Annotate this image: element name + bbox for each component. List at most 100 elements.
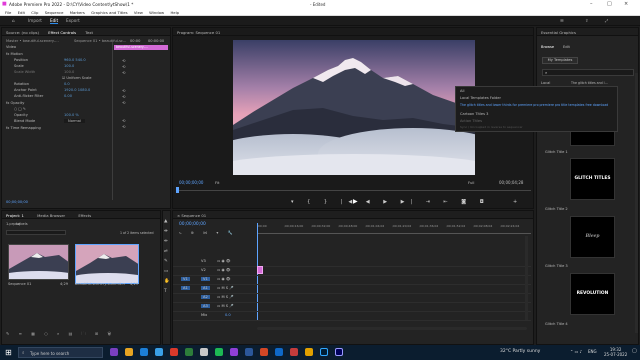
eg-scrollbar[interactable]	[635, 73, 638, 333]
timeline-timecode[interactable]: 00;00;00;00	[179, 222, 206, 227]
menu-markers[interactable]: Markers	[70, 10, 85, 15]
tab-edit-graphics[interactable]: Edit	[563, 45, 570, 49]
maximize-icon[interactable]: □	[607, 1, 612, 7]
language-indicator[interactable]: ENG	[588, 349, 597, 354]
project-thumb-sequence[interactable]	[8, 244, 69, 280]
tab-browse[interactable]: Browse	[541, 45, 554, 49]
uniform-scale-checkbox[interactable]: ☑ Uniform Scale	[62, 76, 91, 80]
menu-item-local[interactable]: Local Templates Folder	[460, 96, 501, 100]
ec-row-scale-width[interactable]: Scale Width 100.0	[14, 70, 74, 74]
timeline-tool-icons[interactable]: ⤷ ⊕ ⋈ ▾ 🔧	[179, 230, 237, 235]
my-templates-button[interactable]: My Templates	[542, 57, 578, 64]
tab-import[interactable]: Import	[28, 18, 42, 23]
ec-clip-bar[interactable]: beautiful-scenery-...	[114, 45, 168, 50]
master-clip-label[interactable]: Master • beautiful-scenery-...	[6, 39, 59, 43]
ec-row-motion[interactable]: fx Motion	[6, 52, 23, 56]
menu-sequence[interactable]: Sequence	[45, 10, 64, 15]
store-icon[interactable]	[155, 348, 163, 356]
keyframe-reset-icons[interactable]: ⟲ ⟲ ⟲ ⟲ ⟲ ⟲ ⟲ ⟲	[122, 58, 125, 130]
menu-item-action[interactable]: Action Titles	[460, 119, 482, 123]
ec-row-anchor[interactable]: Anchor Point 1920.0 1080.0	[14, 88, 90, 92]
weather-label[interactable]: 32°C Partly sunny	[500, 349, 540, 354]
menu-item-glitch[interactable]: The glitch titles and lower thirds for p…	[460, 103, 616, 107]
ec-timecode[interactable]: 00;00;00;00	[6, 200, 28, 204]
ec-row-blend[interactable]: Blend Mode Normal	[14, 119, 86, 123]
menu-item-cartoon[interactable]: Cartoon Titles 3	[460, 112, 488, 116]
edge-icon[interactable]	[140, 348, 148, 356]
ec-row-antiflicker[interactable]: Anti-flicker Filter 0.00	[14, 94, 72, 98]
timeline-ruler[interactable]: ;00;00 ;00;00;16;00 ;00;00;32;00 ;00;00;…	[257, 224, 531, 233]
menu-edit[interactable]: Edit	[18, 10, 25, 15]
fullscreen-icon[interactable]: ⤢	[605, 18, 608, 23]
tab-effects[interactable]: Effects	[78, 213, 91, 218]
fit-dropdown[interactable]: Fit	[215, 180, 219, 185]
windows-start-icon[interactable]: ⊞	[5, 348, 12, 357]
video-frame[interactable]	[233, 40, 475, 175]
menu-clip[interactable]: Clip	[31, 10, 38, 15]
project-item-sequence[interactable]: Sequence 01	[8, 282, 31, 286]
template-search-input[interactable]: ⌕	[542, 69, 634, 76]
tab-effect-controls[interactable]: Effect Controls	[48, 30, 77, 35]
close-icon[interactable]: ×	[624, 1, 628, 7]
timeline-clip-v1[interactable]	[257, 266, 263, 274]
tray-icons[interactable]: ⌃ ▭ ♪	[570, 349, 582, 354]
menu-window[interactable]: Window	[149, 10, 164, 15]
tab-export[interactable]: Export	[66, 18, 80, 23]
app-icon-red[interactable]	[290, 348, 298, 356]
menu-view[interactable]: View	[134, 10, 143, 15]
app-icon-white[interactable]	[200, 348, 208, 356]
app-icon-purple[interactable]	[230, 348, 238, 356]
tab-project[interactable]: Project: 1	[6, 213, 24, 218]
project-footer-tools[interactable]: ✎ ≡ ▦ ○ ⌕ ▤ 🗀 ⊞ 🗑	[6, 331, 115, 338]
photoshop-icon[interactable]	[320, 348, 328, 356]
project-search-input[interactable]	[6, 230, 66, 235]
ec-row-opacity-section[interactable]: fx Opacity	[6, 101, 24, 105]
excel-icon[interactable]	[185, 348, 193, 356]
menu-file[interactable]: File	[5, 10, 11, 15]
menu-help[interactable]: Help	[170, 10, 179, 15]
template-thumb-2[interactable]: GLITCH TITLES	[570, 158, 615, 200]
local-checkbox[interactable]: Local	[541, 81, 550, 85]
tab-source[interactable]: Source: (no clips)	[6, 30, 39, 35]
file-explorer-icon[interactable]	[125, 348, 133, 356]
tab-text[interactable]: Text	[85, 30, 93, 35]
track-mix[interactable]: Mix 0.0	[173, 311, 531, 321]
program-timecode[interactable]: 00;00;00;00	[179, 180, 203, 185]
play-button[interactable]: ▶	[353, 198, 358, 205]
tab-edit[interactable]: Edit	[50, 18, 59, 24]
task-view-icon[interactable]	[110, 348, 118, 356]
project-thumb-clip[interactable]	[75, 244, 139, 284]
ec-row-time-remap[interactable]: fx Time Remapping	[6, 126, 41, 130]
template-thumb-3[interactable]: Bleep	[570, 216, 615, 258]
add-button-icon[interactable]: +	[513, 199, 517, 205]
resolution-dropdown[interactable]: Full	[468, 180, 475, 185]
clock[interactable]: 19:32 25-07-2022	[604, 347, 627, 357]
powerpoint-icon[interactable]	[260, 348, 268, 356]
program-scrubber[interactable]	[177, 190, 531, 191]
ec-row-opacity[interactable]: Opacity 100.0 %	[14, 113, 79, 117]
sequence-clip-label[interactable]: Sequence 01 • beautiful-sc...	[74, 39, 126, 43]
tab-media-browser[interactable]: Media Browser	[37, 213, 65, 218]
premiere-icon[interactable]	[335, 348, 343, 356]
timeline-vscroll[interactable]	[525, 236, 528, 320]
project-item-clip[interactable]: beautiful-scenery-summit-m...	[75, 282, 125, 286]
ec-row-rotation[interactable]: Rotation 0.0	[14, 82, 70, 86]
template-thumb-4[interactable]: REVOLUTION	[570, 273, 615, 315]
word-icon[interactable]	[245, 348, 253, 356]
quick-export-icon[interactable]: ⇪	[585, 18, 589, 23]
transport-controls[interactable]: ▾ { } |◀ ◀ ▶ ▶| ⇥ ⇤ ◙ ◘	[291, 199, 490, 205]
mask-tools[interactable]: ○ □ ✎	[14, 107, 26, 111]
tool-icons[interactable]: ▲ ⇼ ⇹ ⇌ ✎ ▭ ✋ T	[164, 217, 170, 297]
timeline-hscroll[interactable]	[257, 327, 527, 330]
menu-graphics[interactable]: Graphics and Titles	[91, 10, 127, 15]
menu-item-all[interactable]: All	[460, 89, 464, 93]
ec-row-scale[interactable]: Scale 100.0	[14, 64, 74, 68]
taskbar-search-input[interactable]: ⌕ Type here to search	[18, 347, 103, 358]
workspace-menu-icon[interactable]: ☰	[560, 18, 564, 23]
app-icon-yellow[interactable]	[305, 348, 313, 356]
ec-row-position[interactable]: Position 960.0 540.0	[14, 58, 86, 62]
home-icon[interactable]: ⌂	[12, 18, 15, 23]
spotify-icon[interactable]	[215, 348, 223, 356]
photos-icon[interactable]	[275, 348, 283, 356]
menu-item-sync[interactable]: Sync / Uncoupled in reverse to sequencer	[460, 125, 523, 129]
